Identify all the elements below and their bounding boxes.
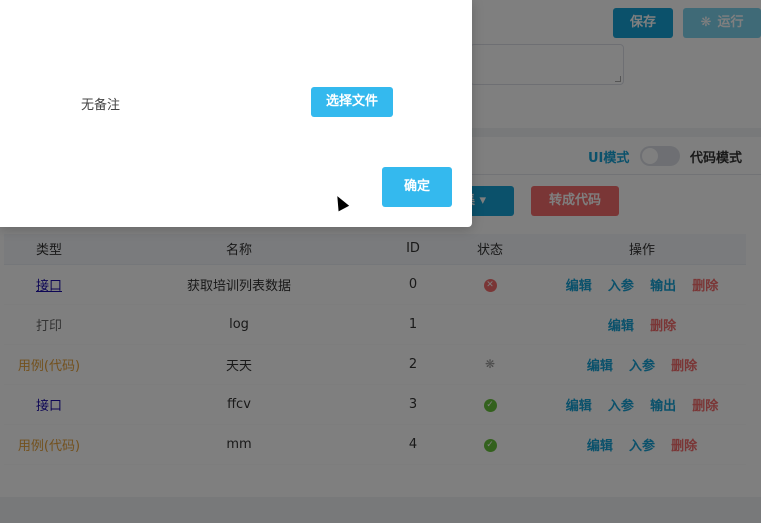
choose-file-button[interactable]: 选择文件 [311,87,393,117]
upload-dialog: 无备注 选择文件 确定 [0,0,472,227]
confirm-button[interactable]: 确定 [382,167,452,207]
remark-text: 无备注 [81,98,121,113]
